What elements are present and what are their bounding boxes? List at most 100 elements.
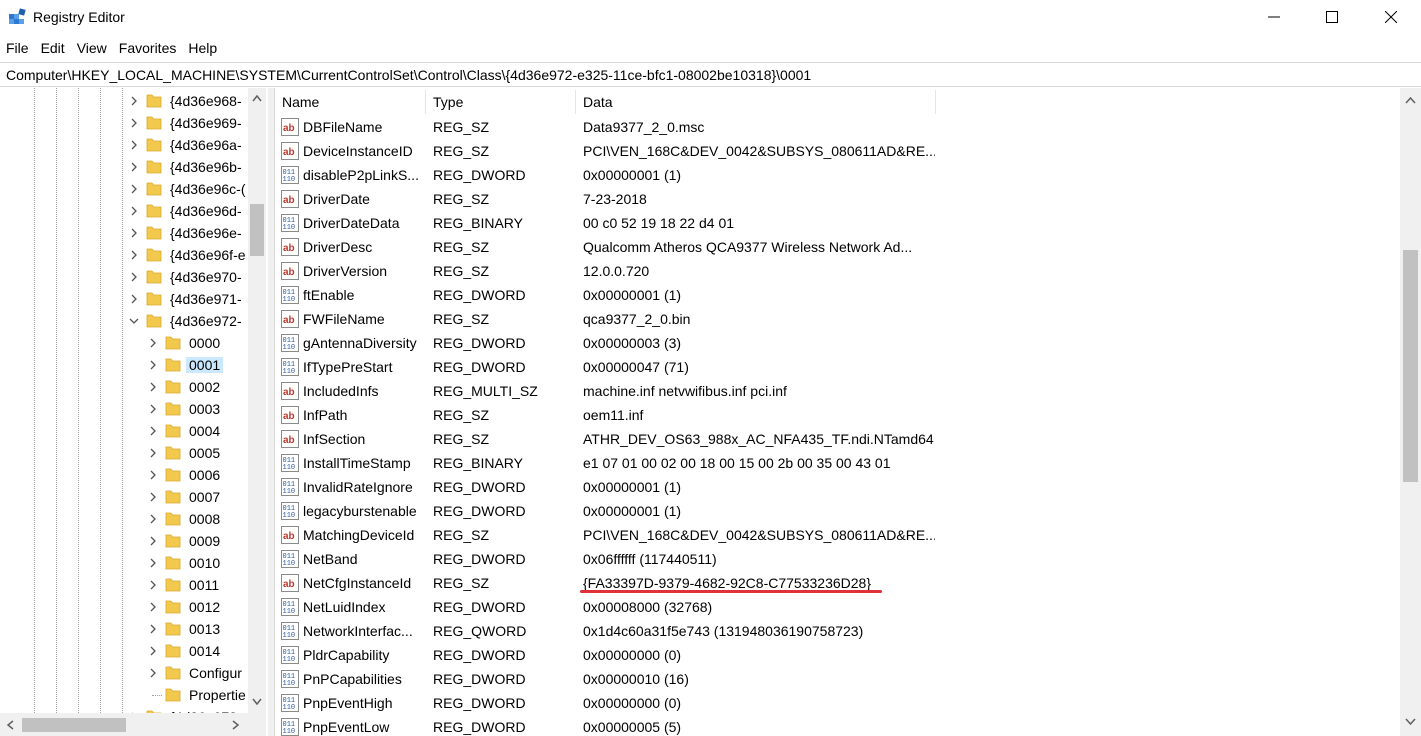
scroll-left-icon[interactable] — [6, 720, 14, 730]
chevron-right-icon[interactable] — [148, 514, 158, 524]
column-header-type[interactable]: Type — [426, 90, 576, 114]
list-vertical-scrollbar[interactable] — [1400, 88, 1421, 736]
tree-horizontal-scrollbar[interactable] — [0, 713, 266, 736]
chevron-right-icon[interactable] — [148, 426, 158, 436]
address-bar[interactable]: Computer\HKEY_LOCAL_MACHINE\SYSTEM\Curre… — [0, 62, 1421, 87]
tree-scroll-thumb[interactable] — [250, 204, 264, 256]
tree-item[interactable]: {4d36e96e- — [0, 222, 250, 244]
tree-item[interactable]: 0003 — [0, 398, 250, 420]
value-row[interactable]: 110 011 PldrCapability REG_DWORD 0x00000000 … — [275, 643, 1400, 667]
tree-item[interactable]: 0006 — [0, 464, 250, 486]
chevron-right-icon[interactable] — [148, 624, 158, 634]
value-row[interactable]: 110 011 PnPCapabilities REG_DWORD 0x00000010… — [275, 667, 1400, 691]
tree-item[interactable]: {4d36e969- — [0, 112, 250, 134]
value-row[interactable]: 110 011 legacyburstenable REG_DWORD 0x000000… — [275, 499, 1400, 523]
tree-item[interactable]: {4d36e968- — [0, 90, 250, 112]
value-row[interactable]: ab DBFileName REG_SZ Data9377_2_0.msc — [275, 115, 1400, 139]
tree-item[interactable]: {4d36e970- — [0, 266, 250, 288]
menu-help[interactable]: Help — [182, 38, 223, 59]
tree-item[interactable]: {4d36e96a- — [0, 134, 250, 156]
value-row[interactable]: 110 011 NetworkInterfac... REG_QWORD 0x1d4c6… — [275, 619, 1400, 643]
chevron-right-icon[interactable] — [129, 184, 139, 194]
tree-item[interactable]: {4d36e96c-( — [0, 178, 250, 200]
menu-view[interactable]: View — [71, 38, 113, 59]
menu-file[interactable]: File — [0, 38, 35, 59]
column-header-name[interactable]: Name — [275, 90, 426, 114]
chevron-right-icon[interactable] — [148, 646, 158, 656]
value-row[interactable]: 110 011 InstallTimeStamp REG_BINARY e1 07 01… — [275, 451, 1400, 475]
value-row[interactable]: ab IncludedInfs REG_MULTI_SZ machine.inf ne… — [275, 379, 1400, 403]
value-row[interactable]: 110 011 ftEnable REG_DWORD 0x00000001 (1) — [275, 283, 1400, 307]
chevron-right-icon[interactable] — [129, 206, 139, 216]
chevron-right-icon[interactable] — [129, 294, 139, 304]
tree-item[interactable]: {4d36e972- — [0, 310, 250, 332]
tree-item[interactable]: 0005 — [0, 442, 250, 464]
tree-item[interactable]: 0009 — [0, 530, 250, 552]
menu-edit[interactable]: Edit — [35, 38, 71, 59]
tree-item[interactable]: Propertie — [0, 684, 250, 706]
chevron-right-icon[interactable] — [129, 118, 139, 128]
scroll-down-icon[interactable] — [252, 698, 262, 706]
tree-item[interactable]: {4d36e96f-e — [0, 244, 250, 266]
value-row[interactable]: 110 011 InvalidRateIgnore REG_DWORD 0x000000… — [275, 475, 1400, 499]
value-row[interactable]: 110 011 NetLuidIndex REG_DWORD 0x00008000 (3… — [275, 595, 1400, 619]
chevron-right-icon[interactable] — [129, 272, 139, 282]
value-row[interactable]: 110 011 disableP2pLinkS... REG_DWORD 0x00000… — [275, 163, 1400, 187]
value-row[interactable]: ab InfPath REG_SZ oem11.inf — [275, 403, 1400, 427]
chevron-down-icon[interactable] — [129, 316, 139, 326]
value-row[interactable]: 110 011 DriverDateData REG_BINARY 00 c0 52 1… — [275, 211, 1400, 235]
list-scroll-thumb[interactable] — [1403, 250, 1418, 482]
tree-vertical-scrollbar[interactable] — [248, 88, 266, 713]
tree-item[interactable]: 0010 — [0, 552, 250, 574]
column-header-data[interactable]: Data — [576, 90, 936, 114]
tree-item[interactable]: 0002 — [0, 376, 250, 398]
chevron-right-icon[interactable] — [148, 360, 158, 370]
chevron-right-icon[interactable] — [129, 250, 139, 260]
chevron-right-icon[interactable] — [148, 602, 158, 612]
scroll-up-icon[interactable] — [252, 94, 262, 102]
tree-item[interactable]: 0008 — [0, 508, 250, 530]
tree-item[interactable]: 0014 — [0, 640, 250, 662]
address-path[interactable]: Computer\HKEY_LOCAL_MACHINE\SYSTEM\Curre… — [6, 67, 811, 83]
tree-item[interactable]: 0004 — [0, 420, 250, 442]
tree-item[interactable]: 0013 — [0, 618, 250, 640]
chevron-right-icon[interactable] — [148, 448, 158, 458]
tree-item[interactable]: {4d36e971- — [0, 288, 250, 310]
value-row[interactable]: 110 011 IfTypePreStart REG_DWORD 0x00000047 … — [275, 355, 1400, 379]
chevron-right-icon[interactable] — [148, 404, 158, 414]
chevron-right-icon[interactable] — [148, 382, 158, 392]
value-row[interactable]: 110 011 PnpEventHigh REG_DWORD 0x00000000 (0… — [275, 691, 1400, 715]
value-row[interactable]: ab MatchingDeviceId REG_SZ PCI\VEN_168C&DEV… — [275, 523, 1400, 547]
value-row[interactable]: ab DriverVersion REG_SZ 12.0.0.720 — [275, 259, 1400, 283]
value-row[interactable]: ab FWFileName REG_SZ qca9377_2_0.bin — [275, 307, 1400, 331]
minimize-button[interactable] — [1245, 0, 1303, 34]
chevron-right-icon[interactable] — [129, 140, 139, 150]
value-row[interactable]: ab InfSection REG_SZ ATHR_DEV_OS63_988x_AC_… — [275, 427, 1400, 451]
chevron-right-icon[interactable] — [129, 228, 139, 238]
tree-item[interactable]: 0011 — [0, 574, 250, 596]
maximize-button[interactable] — [1303, 0, 1361, 34]
chevron-right-icon[interactable] — [129, 96, 139, 106]
value-row[interactable]: 110 011 gAntennaDiversity REG_DWORD 0x000000… — [275, 331, 1400, 355]
value-row[interactable]: ab DeviceInstanceID REG_SZ PCI\VEN_168C&DEV… — [275, 139, 1400, 163]
scroll-down-icon[interactable] — [1405, 718, 1416, 726]
chevron-right-icon[interactable] — [148, 492, 158, 502]
chevron-right-icon[interactable] — [148, 558, 158, 568]
value-row[interactable]: ab DriverDesc REG_SZ Qualcomm Atheros QCA93… — [275, 235, 1400, 259]
scroll-up-icon[interactable] — [1405, 96, 1416, 104]
tree-hscroll-thumb[interactable] — [22, 718, 126, 732]
tree-item[interactable]: Configur — [0, 662, 250, 684]
chevron-right-icon[interactable] — [148, 338, 158, 348]
tree-item[interactable]: {4d36e96b- — [0, 156, 250, 178]
chevron-right-icon[interactable] — [129, 162, 139, 172]
value-row[interactable]: ab DriverDate REG_SZ 7-23-2018 — [275, 187, 1400, 211]
tree-item[interactable]: 0012 — [0, 596, 250, 618]
chevron-right-icon[interactable] — [148, 470, 158, 480]
tree-item[interactable]: 0000 — [0, 332, 250, 354]
scroll-right-icon[interactable] — [232, 720, 240, 730]
chevron-right-icon[interactable] — [148, 536, 158, 546]
value-row[interactable]: 110 011 PnpEventLow REG_DWORD 0x00000005 (5) — [275, 715, 1400, 736]
chevron-right-icon[interactable] — [148, 580, 158, 590]
menu-favorites[interactable]: Favorites — [113, 38, 183, 59]
tree-item[interactable]: 0007 — [0, 486, 250, 508]
